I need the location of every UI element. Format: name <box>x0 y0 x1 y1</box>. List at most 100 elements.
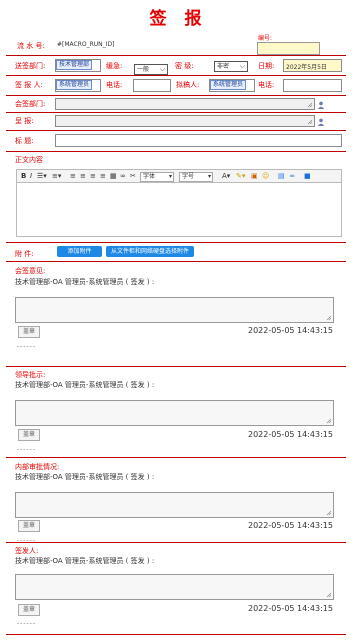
font-size-select[interactable]: 字号 ▾ <box>179 172 213 182</box>
send-dept-label: 送签部门: <box>15 62 46 70</box>
dash-text: ------ <box>17 620 36 627</box>
dash-text: ------ <box>17 446 36 453</box>
divider <box>6 634 346 635</box>
unlink-icon[interactable]: ✂ <box>130 172 136 181</box>
chevron-down-icon: ⌵ <box>239 62 245 70</box>
italic-button[interactable]: I <box>30 172 32 181</box>
divider <box>6 55 346 56</box>
section-title: 签发人: <box>15 547 39 555</box>
font-family-value: 字体 <box>143 173 156 180</box>
bold-button[interactable]: B <box>21 172 26 181</box>
font-size-value: 字号 <box>182 173 195 180</box>
body-label: 正文内容 <box>15 156 43 164</box>
divider <box>6 366 346 367</box>
divider <box>6 242 346 243</box>
divider <box>6 130 346 131</box>
serial-label: 流 水 号: <box>17 42 45 50</box>
reporter-tag[interactable]: 系统管理员 <box>56 80 93 90</box>
secret-value: 非密 <box>217 63 230 70</box>
resize-grip-icon <box>307 119 313 125</box>
divider <box>6 151 346 152</box>
signer-text: 技术管理部-OA 管理员-系统管理员 ( 签发 ) : <box>15 557 155 565</box>
section-title: 内部审批情况: <box>15 463 60 471</box>
add-attachment-button[interactable]: 添加附件 <box>57 246 102 257</box>
reporter-label: 签 报 人: <box>15 81 43 89</box>
body-editor[interactable] <box>16 183 342 237</box>
chevron-down-icon: ▾ <box>207 173 211 180</box>
timestamp: 2022-05-05 14:43:15 <box>248 604 333 613</box>
drafter-tag[interactable]: 系统管理员 <box>210 80 247 90</box>
dash-text: ------ <box>17 343 36 350</box>
seal-button[interactable]: 盖章 <box>18 326 40 338</box>
editor-toolbar: B I ☰▾ ≡▾ ≡ ≡ ≡ ≡ ▦ ∞ ✂ 字体 ▾ 字号 ▾ A▾ ✎▾ ▣ … <box>16 169 342 183</box>
timestamp: 2022-05-05 14:43:15 <box>248 430 333 439</box>
highlight-icon[interactable]: ✎▾ <box>236 172 245 181</box>
image-icon[interactable]: ▣ <box>251 172 258 181</box>
table-icon[interactable]: ▦ <box>110 172 117 181</box>
attachment-label: 附 件: <box>15 250 34 258</box>
seal-button[interactable]: 盖章 <box>18 429 40 441</box>
divider <box>6 112 346 113</box>
cosign-field[interactable] <box>55 98 315 110</box>
drafter-label: 拟稿人: <box>176 81 200 89</box>
divider <box>6 95 346 96</box>
divider <box>6 542 346 543</box>
report-to-field[interactable] <box>55 115 315 127</box>
opinion-textarea[interactable] <box>15 574 334 600</box>
seal-button[interactable]: 盖章 <box>18 520 40 532</box>
timestamp: 2022-05-05 14:43:15 <box>248 521 333 530</box>
date-value: 2022年5月5日 <box>286 64 327 71</box>
signer-text: 技术管理部-OA 管理员-系统管理员 ( 签发 ) : <box>15 473 155 481</box>
timestamp: 2022-05-05 14:43:15 <box>248 326 333 335</box>
resize-grip-icon <box>326 510 332 516</box>
urgency-label: 缓急: <box>106 62 123 70</box>
opinion-textarea[interactable] <box>15 492 334 518</box>
resize-grip-icon <box>307 102 313 108</box>
picture-icon[interactable]: ▤ <box>278 172 285 181</box>
link-icon[interactable]: ∞ <box>120 172 126 181</box>
resize-grip-icon <box>326 418 332 424</box>
serial-value: #[MACRO_RUN_ID] <box>57 41 115 48</box>
signer-text: 技术管理部-OA 管理员-系统管理员 ( 签发 ) : <box>15 278 155 286</box>
signer-text: 技术管理部-OA 管理员-系统管理员 ( 签发 ) : <box>15 381 155 389</box>
opinion-textarea[interactable] <box>15 400 334 426</box>
page-title: 签 报 <box>149 9 208 29</box>
chevron-down-icon: ▾ <box>168 173 172 180</box>
align-left-icon[interactable]: ≡ <box>70 172 76 181</box>
justify-icon[interactable]: ≡ <box>100 172 106 181</box>
divider <box>6 75 346 76</box>
phone-field[interactable] <box>133 79 171 92</box>
urgency-value: 一般 <box>137 66 150 73</box>
emoji-icon[interactable]: ☺ <box>262 172 269 181</box>
unordered-list-icon[interactable]: ≡▾ <box>52 172 61 181</box>
phone2-label: 电话: <box>258 81 275 89</box>
netdisk-attachment-button[interactable]: 从文件柜和网络硬盘选择附件 <box>106 246 194 257</box>
urgency-select[interactable]: 一般 ⌵ <box>134 64 168 75</box>
ordered-list-icon[interactable]: ☰▾ <box>37 172 47 181</box>
user-select-icon[interactable] <box>317 101 325 109</box>
section-title: 领导批示: <box>15 371 46 379</box>
secret-label: 密 级: <box>175 62 194 70</box>
resize-grip-icon <box>326 315 332 321</box>
user-select-icon[interactable] <box>317 118 325 126</box>
seal-button[interactable]: 盖章 <box>18 604 40 616</box>
align-right-icon[interactable]: ≡ <box>90 172 96 181</box>
align-center-icon[interactable]: ≡ <box>80 172 86 181</box>
font-color-icon[interactable]: A▾ <box>222 172 230 181</box>
date-field[interactable]: 2022年5月5日 <box>283 59 342 72</box>
divider <box>6 261 346 262</box>
font-family-select[interactable]: 字体 ▾ <box>140 172 174 182</box>
subject-field[interactable] <box>55 134 342 147</box>
subject-label: 标 题: <box>15 137 34 145</box>
phone2-field[interactable] <box>283 79 342 92</box>
fullscreen-icon[interactable]: ■ <box>304 172 311 181</box>
section-title: 会签意见: <box>15 267 46 275</box>
secret-select[interactable]: 非密 ⌵ <box>214 61 248 72</box>
opinion-textarea[interactable] <box>15 297 334 323</box>
phone-label: 电话: <box>106 81 123 89</box>
number-label: 编号: <box>258 35 273 42</box>
chevron-down-icon: ⌵ <box>159 65 165 73</box>
number-field[interactable] <box>257 42 320 55</box>
horizontal-rule-icon[interactable]: ═ <box>290 172 294 181</box>
send-dept-box <box>55 59 101 72</box>
